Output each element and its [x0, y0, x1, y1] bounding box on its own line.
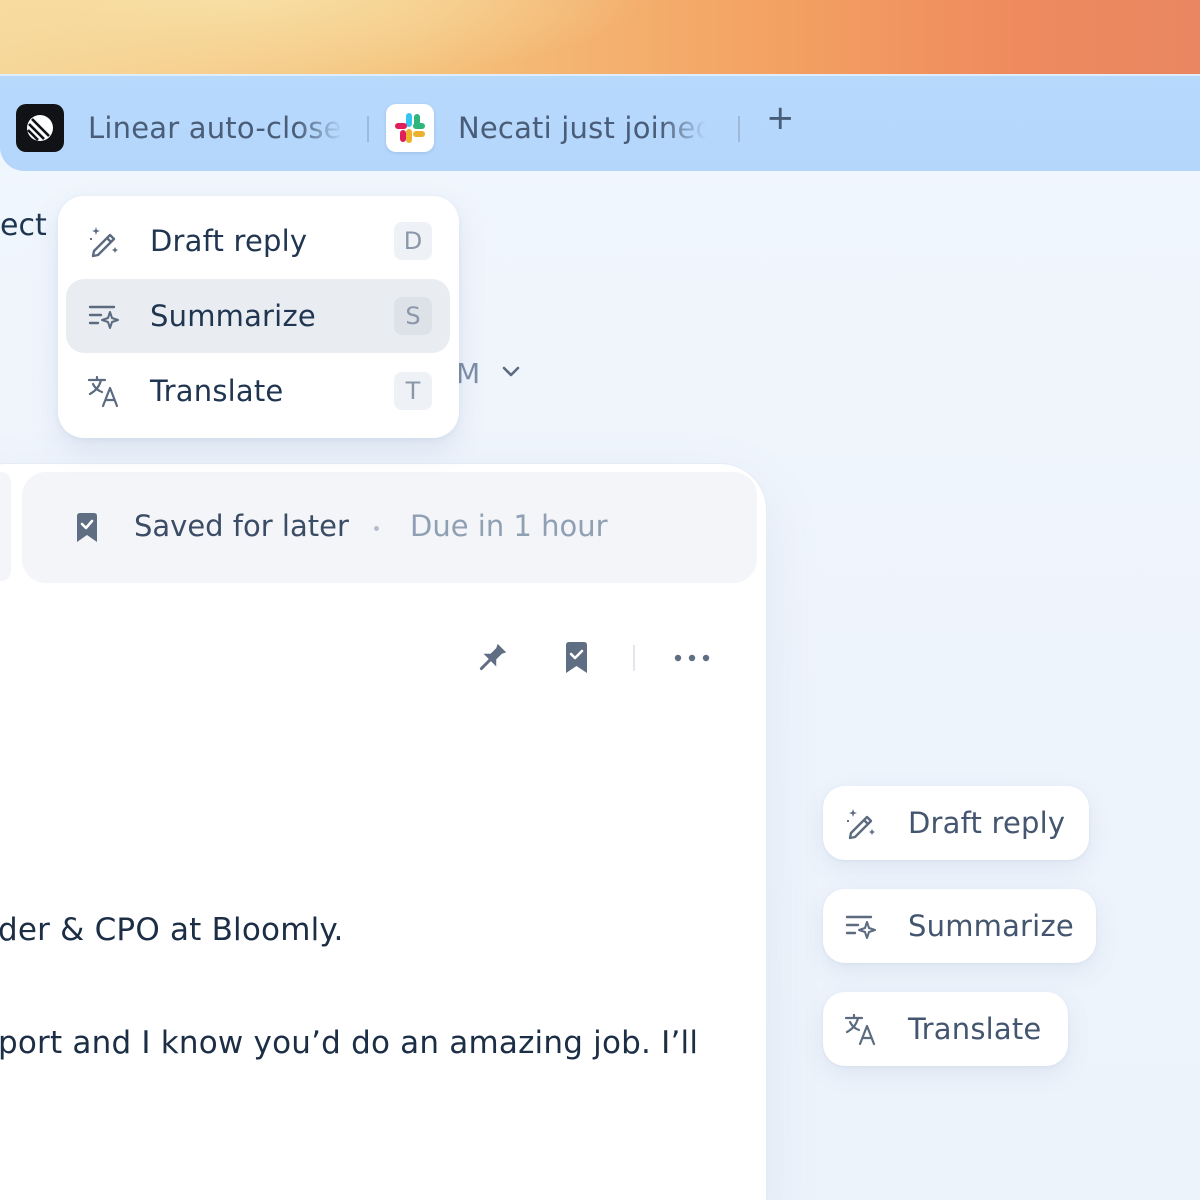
summarize-sparkle-icon	[845, 915, 876, 939]
magic-wand-icon	[847, 809, 875, 840]
draft-reply-label: Draft reply	[908, 806, 1066, 840]
menu-item-label: Translate	[150, 374, 284, 408]
translate-icon	[844, 1013, 876, 1046]
shortcut-key: S	[394, 297, 432, 335]
separator-dot	[374, 526, 379, 531]
ai-actions-menu: Draft reply D Summarize S Translate T	[58, 196, 459, 438]
bookmark-check-icon[interactable]	[563, 641, 590, 675]
toolbar-divider	[633, 645, 635, 671]
summarize-button[interactable]: Summarize	[823, 889, 1096, 963]
magic-wand-icon	[90, 227, 118, 258]
due-time: Due in 1 hour	[410, 509, 608, 543]
translate-icon	[87, 375, 119, 408]
tab-slack-label: Necati just joined	[458, 111, 706, 145]
summarize-label: Summarize	[908, 909, 1074, 943]
menu-item-label: Draft reply	[150, 224, 308, 258]
email-body-line: der & CPO at Bloomly.	[0, 912, 344, 948]
tab-linear[interactable]: Linear auto-closed	[16, 104, 346, 152]
saved-label: Saved for later	[134, 509, 349, 543]
bookmark-check-icon	[77, 513, 97, 542]
menu-item-draft-reply[interactable]: Draft reply D	[66, 204, 450, 278]
tab-linear-label: Linear auto-closed	[88, 111, 343, 145]
slack-logo-icon	[386, 104, 434, 152]
draft-reply-button[interactable]: Draft reply	[823, 786, 1089, 860]
card-edge	[0, 472, 11, 581]
menu-item-translate[interactable]: Translate T	[66, 354, 450, 428]
saved-for-later-bar[interactable]	[22, 472, 757, 583]
shortcut-key: T	[394, 372, 432, 410]
shortcut-key: D	[394, 222, 432, 260]
translate-label: Translate	[908, 1012, 1042, 1046]
email-body-line: port and I know you’d do an amazing job.…	[0, 1025, 699, 1061]
pin-icon[interactable]	[474, 640, 510, 676]
menu-item-summarize[interactable]: Summarize S	[66, 279, 450, 353]
more-options-icon[interactable]	[673, 649, 711, 667]
summarize-sparkle-icon	[88, 305, 119, 329]
tab-bar: Linear auto-closed Necati just joined	[0, 74, 1200, 171]
linear-logo-icon	[16, 104, 64, 152]
tab-divider	[738, 116, 740, 142]
new-tab-button[interactable]: +	[766, 101, 795, 135]
menu-item-label: Summarize	[150, 299, 316, 333]
chevron-down-icon[interactable]	[500, 364, 522, 380]
translate-button[interactable]: Translate	[823, 992, 1068, 1066]
partial-subject-text: ect	[0, 208, 47, 243]
tab-slack[interactable]: Necati just joined	[386, 104, 706, 152]
tab-divider	[367, 116, 369, 142]
partial-time-text: M	[456, 357, 481, 390]
